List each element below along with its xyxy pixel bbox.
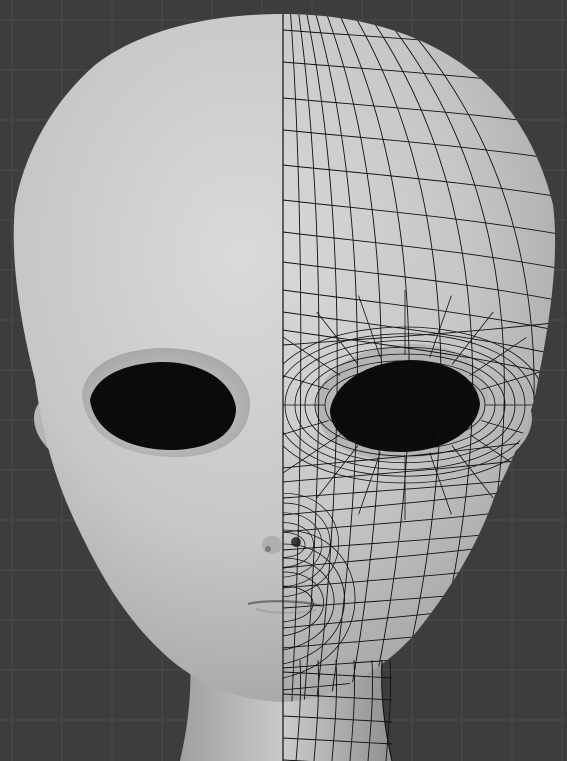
head-mesh[interactable] xyxy=(13,14,556,702)
left-nostril xyxy=(265,546,271,552)
3d-viewport[interactable] xyxy=(0,0,567,761)
viewport-canvas[interactable] xyxy=(0,0,567,761)
nose xyxy=(262,536,282,554)
